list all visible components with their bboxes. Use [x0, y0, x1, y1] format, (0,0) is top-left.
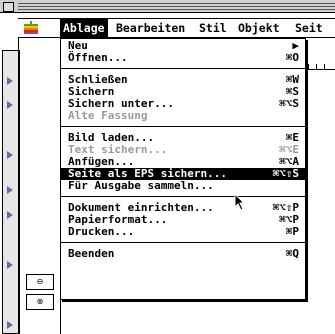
menu-separator	[61, 126, 305, 127]
menu-bearbeiten[interactable]: Bearbeiten	[113, 19, 188, 37]
title-stripe	[18, 6, 335, 7]
menu-item-für-ausgabe-sammeln[interactable]: Für Ausgabe sammeln...	[61, 180, 305, 192]
menu-separator	[61, 68, 305, 69]
menu-seite[interactable]: Seit	[292, 19, 326, 37]
expand-triangle-icon[interactable]	[7, 151, 13, 159]
menu-item-drucken[interactable]: Drucken... ⌘P	[61, 226, 305, 238]
tool-palette: ⊖ ⊗	[22, 38, 61, 334]
expand-triangle-icon[interactable]	[7, 321, 13, 329]
menu-stil[interactable]: Stil	[196, 19, 230, 37]
expand-triangle-icon[interactable]	[7, 101, 13, 109]
ablage-dropdown-menu: Neu ▶ Öffnen... ⌘O Schließen ⌘W Sichern ⌘S Siche…	[60, 38, 306, 300]
close-box[interactable]	[3, 2, 14, 12]
menu-item-label: Drucken...	[68, 225, 135, 238]
window-title-bar	[0, 0, 335, 13]
expand-triangle-icon[interactable]	[7, 211, 13, 219]
menu-ablage[interactable]: Ablage	[60, 19, 108, 37]
menu-separator	[61, 242, 305, 243]
menu-item-beenden[interactable]: Beenden ⌘Q	[61, 248, 305, 260]
menu-item-shortcut: ⌘⌥⇧S	[272, 167, 300, 180]
menu-item-label: Alte Fassung	[68, 109, 148, 122]
title-stripe	[18, 3, 335, 4]
menu-item-label: Für Ausgabe sammeln...	[68, 179, 214, 192]
menu-item-öffnen[interactable]: Öffnen... ⌘O	[61, 52, 305, 64]
menu-item-label: Beenden	[68, 247, 115, 260]
unlink-tool-icon[interactable]: ⊗	[26, 294, 54, 310]
menu-item-shortcut: ⌘P	[285, 225, 299, 238]
menu-objekt[interactable]: Objekt	[235, 19, 283, 37]
menu-item-label: Öffnen...	[68, 51, 128, 64]
apple-icon[interactable]	[24, 21, 38, 35]
mouse-pointer-icon	[234, 193, 246, 211]
menu-item-shortcut: ⌘⌥S	[279, 97, 299, 110]
link-tool-icon[interactable]: ⊖	[26, 274, 54, 290]
expand-triangle-icon[interactable]	[7, 77, 13, 85]
menu-bar: Ablage Bearbeiten Stil Objekt Seit	[18, 18, 335, 38]
title-stripe	[18, 9, 335, 10]
menu-item-shortcut: ⌘O	[285, 51, 299, 64]
expand-triangle-icon[interactable]	[7, 261, 13, 269]
expand-triangle-icon[interactable]	[7, 186, 13, 194]
menu-separator	[61, 196, 305, 197]
menu-item-shortcut: ⌘Q	[285, 247, 299, 260]
menu-item-alte-fassung: Alte Fassung	[61, 110, 305, 122]
